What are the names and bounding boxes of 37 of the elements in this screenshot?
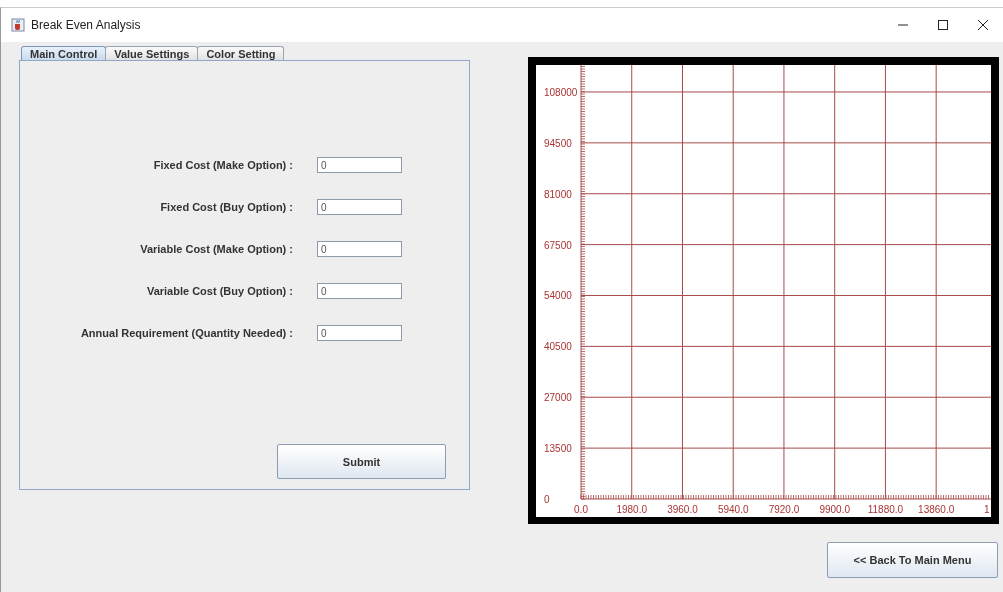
- y-tick-label: 13500: [544, 443, 572, 455]
- cup-icon: [11, 18, 25, 32]
- input-field[interactable]: 0: [317, 325, 402, 341]
- input-field[interactable]: 0: [317, 283, 402, 299]
- submit-button[interactable]: Submit: [277, 444, 446, 479]
- y-tick-label: 0: [544, 494, 550, 505]
- x-tick-label: 11880.0: [867, 504, 904, 515]
- input-field[interactable]: 0: [317, 157, 402, 173]
- x-tick-label: 7920.0: [768, 504, 800, 515]
- close-icon[interactable]: [977, 19, 989, 31]
- field-label: Variable Cost (Make Option) :: [139, 243, 293, 255]
- back-button[interactable]: << Back To Main Menu: [827, 542, 998, 578]
- x-tick-label: 0.0: [574, 504, 588, 515]
- y-tick-label: 54000: [544, 290, 572, 302]
- tab[interactable]: Main Control: [21, 46, 107, 60]
- tab[interactable]: Color Setting: [197, 46, 285, 60]
- maximize-icon[interactable]: [937, 19, 949, 31]
- window-title: Break Even Analysis: [31, 18, 141, 32]
- y-tick-label: 40500: [544, 341, 572, 353]
- x-tick-label: 3960.0: [667, 504, 698, 515]
- x-tick-label: 9900.0: [819, 504, 850, 515]
- x-tick-label: 1980.0: [616, 504, 648, 515]
- field-label: Variable Cost (Buy Option) :: [145, 285, 293, 297]
- field-label: Fixed Cost (Buy Option) :: [159, 201, 293, 213]
- input-field[interactable]: 0: [317, 241, 402, 257]
- y-tick-label: 81000: [544, 188, 572, 200]
- y-tick-label: 27000: [544, 392, 572, 404]
- y-tick-label: 108000: [544, 87, 578, 98]
- x-tick-label: 13860.0: [918, 504, 955, 515]
- x-tick-label: 1: [984, 504, 990, 515]
- tab[interactable]: Value Settings: [105, 46, 199, 60]
- field-label: Annual Requirement (Quantity Needed) :: [79, 327, 293, 339]
- input-field[interactable]: 0: [317, 199, 402, 215]
- x-tick-label: 5940.0: [717, 504, 749, 515]
- field-label: Fixed Cost (Make Option) :: [152, 159, 293, 171]
- y-tick-label: 67500: [544, 239, 572, 251]
- y-tick-label: 94500: [544, 137, 572, 149]
